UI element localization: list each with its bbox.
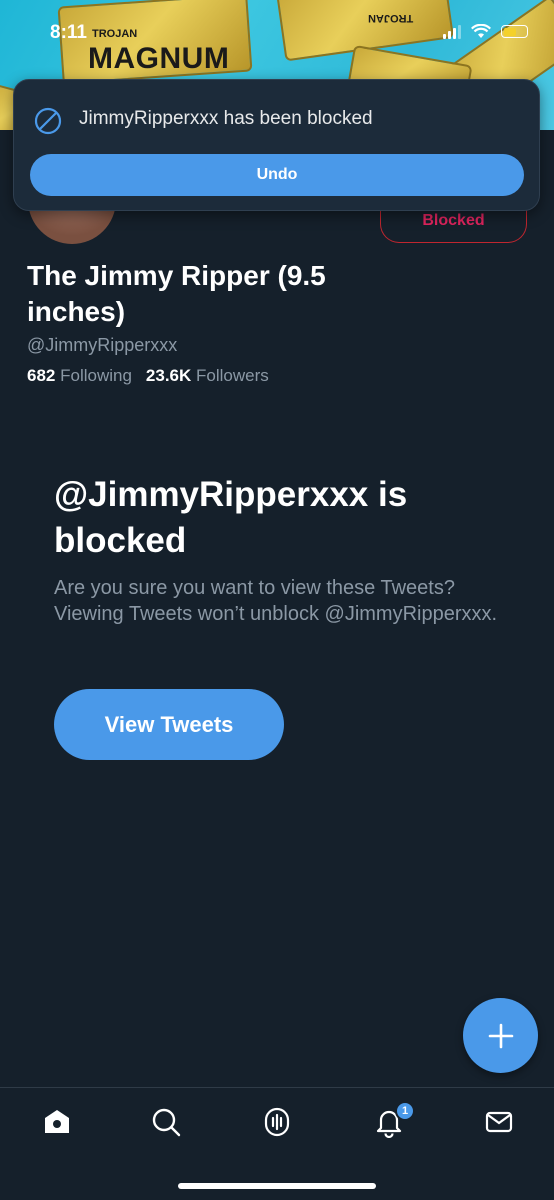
following-label: Following (60, 366, 132, 385)
home-icon (45, 1110, 69, 1133)
block-icon (34, 107, 62, 135)
following-stat[interactable]: 682 Following (27, 366, 132, 386)
followers-stat[interactable]: 23.6K Followers (146, 366, 269, 386)
spaces-icon (264, 1107, 290, 1137)
blocked-title: @JimmyRipperxxx is blocked (54, 475, 408, 560)
blocked-description: Are you sure you want to view these Twee… (54, 577, 498, 625)
profile-handle: @JimmyRipperxxx (27, 335, 178, 355)
messages-icon (485, 1111, 513, 1133)
nav-spaces[interactable] (259, 1104, 295, 1140)
blocked-toast: JimmyRipperxxx has been blocked Undo (13, 79, 540, 211)
status-icons (443, 24, 528, 39)
wifi-icon (471, 24, 491, 38)
cellular-signal-icon (443, 24, 461, 39)
undo-button[interactable]: Undo (30, 154, 524, 196)
battery-icon (501, 25, 528, 38)
following-count: 682 (27, 366, 56, 385)
home-indicator[interactable] (178, 1183, 376, 1189)
plus-icon (488, 1023, 513, 1048)
followers-count: 23.6K (145, 366, 192, 385)
view-tweets-button[interactable]: View Tweets (54, 689, 284, 760)
nav-messages[interactable] (481, 1104, 517, 1140)
follow-stats: 682 Following 23.6K Followers (27, 366, 269, 386)
nav-search[interactable] (148, 1104, 184, 1140)
status-time: 8:11 (50, 22, 87, 43)
status-bar: 8:11 (0, 0, 554, 64)
compose-tweet-button[interactable] (463, 998, 538, 1073)
profile-name: The Jimmy Ripper (9.5 inches) (27, 260, 326, 327)
notification-badge: 1 (395, 1101, 415, 1121)
toast-message: JimmyRipperxxx has been blocked (79, 108, 373, 129)
nav-home[interactable] (39, 1104, 75, 1140)
search-icon (152, 1108, 181, 1137)
followers-label: Followers (196, 366, 269, 385)
